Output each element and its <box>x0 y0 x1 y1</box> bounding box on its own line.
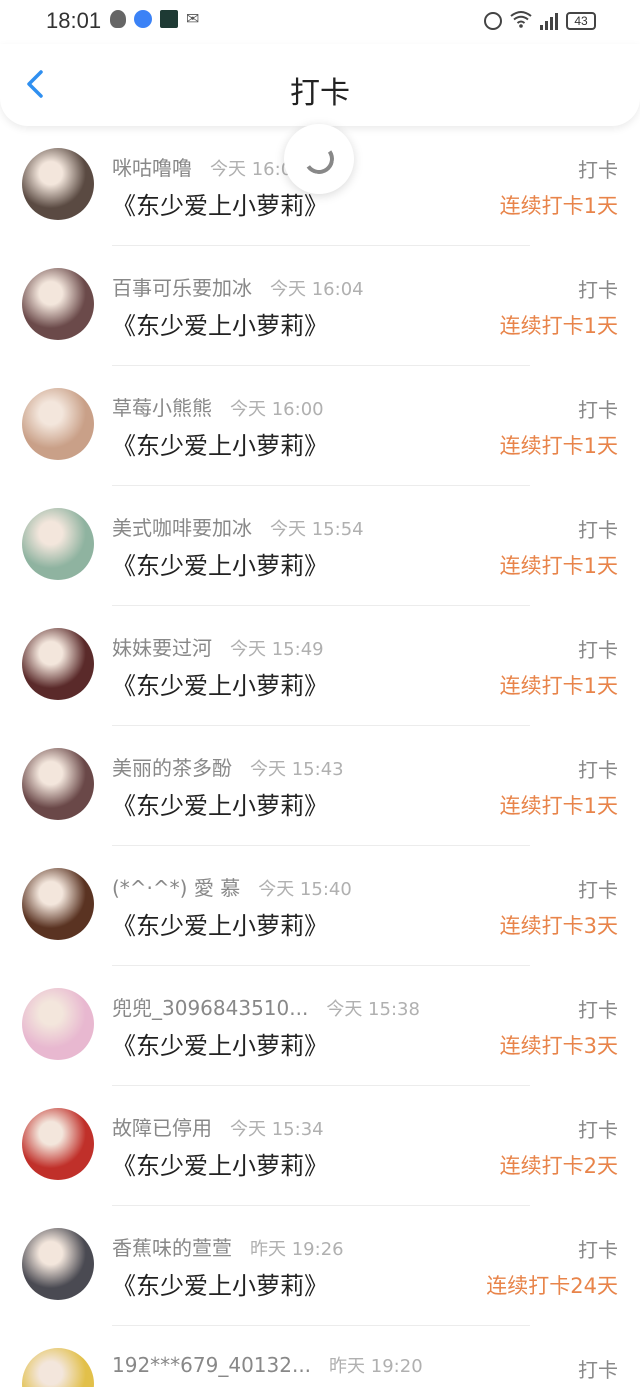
timestamp: 今天 15:34 <box>230 1119 324 1140</box>
streak-label: 连续打卡1天 <box>499 434 618 458</box>
book-title[interactable]: 《东少爱上小萝莉》 <box>112 1266 328 1301</box>
wifi-icon <box>510 10 532 32</box>
book-title[interactable]: 《东少爱上小萝莉》 <box>112 906 328 941</box>
user-name[interactable]: (*^·^*) 愛 慕 <box>112 872 240 901</box>
user-name[interactable]: 故障已停用 <box>112 1112 212 1141</box>
action-label: 打卡 <box>578 758 618 782</box>
list-item[interactable]: (*^·^*) 愛 慕今天 15:40 《东少爱上小萝莉》 打卡 连续打卡3天 <box>0 846 640 966</box>
action-label: 打卡 <box>578 1118 618 1142</box>
book-title[interactable]: 《东少爱上小萝莉》 <box>112 306 328 341</box>
avatar[interactable] <box>22 148 94 220</box>
book-title[interactable]: 《东少爱上小萝莉》 <box>112 666 328 701</box>
action-label: 打卡 <box>578 638 618 662</box>
streak-label: 连续打卡1天 <box>499 554 618 578</box>
avatar[interactable] <box>22 628 94 700</box>
list-item[interactable]: 兜兜_3096843510... 今天 15:38 《东少爱上小萝莉》 打卡 连续… <box>0 966 640 1086</box>
user-name[interactable]: 美丽的茶多酚 <box>112 752 232 781</box>
browser-icon <box>134 10 152 28</box>
avatar[interactable] <box>22 1108 94 1180</box>
action-label: 打卡 <box>578 1358 618 1382</box>
user-name[interactable]: 192***679_40132... <box>112 1353 311 1377</box>
book-title[interactable]: 《东少爱上小萝莉》 <box>112 1146 328 1181</box>
list-item[interactable]: 百事可乐要加冰 今天 16:04 《东少爱上小萝莉》 打卡 连续打卡1天 <box>0 246 640 366</box>
list-item[interactable]: 故障已停用 今天 15:34 《东少爱上小萝莉》 打卡 连续打卡2天 <box>0 1086 640 1206</box>
page-title: 打卡 <box>290 76 350 111</box>
status-time: 18:01 <box>46 8 102 33</box>
action-label: 打卡 <box>578 518 618 542</box>
timestamp: 今天 16:04 <box>270 279 364 300</box>
streak-label: 连续打卡1天 <box>499 194 618 218</box>
action-label: 打卡 <box>578 398 618 422</box>
user-name[interactable]: 草莓小熊熊 <box>112 392 212 421</box>
top-navigation-bar: 打卡 <box>0 44 640 126</box>
battery-icon: 43 <box>566 12 596 30</box>
app-icon <box>160 10 178 28</box>
timestamp: 今天 16:00 <box>230 399 324 420</box>
user-name[interactable]: 美式咖啡要加冰 <box>112 512 252 541</box>
loading-spinner <box>284 124 354 194</box>
book-title[interactable]: 《东少爱上小萝莉》 <box>112 786 328 821</box>
user-name[interactable]: 香蕉味的萱萱 <box>112 1232 232 1261</box>
streak-label: 连续打卡2天 <box>499 1154 618 1178</box>
signal-icon <box>540 12 558 30</box>
notification-icons: ✉ <box>110 10 199 28</box>
streak-label: 连续打卡1天 <box>499 314 618 338</box>
streak-label: 连续打卡1天 <box>499 674 618 698</box>
action-label: 打卡 <box>578 158 618 182</box>
timestamp: 今天 15:40 <box>258 879 352 900</box>
avatar[interactable] <box>22 388 94 460</box>
timestamp: 今天 15:43 <box>250 759 344 780</box>
timestamp: 昨天 19:20 <box>329 1356 423 1377</box>
timestamp: 昨天 19:26 <box>250 1239 344 1260</box>
streak-label: 连续打卡3天 <box>499 914 618 938</box>
user-name[interactable]: 咪咕噜噜 <box>112 152 192 181</box>
alarm-icon <box>484 12 502 30</box>
streak-label: 连续打卡3天 <box>499 1034 618 1058</box>
user-name[interactable]: 百事可乐要加冰 <box>112 272 252 301</box>
list-item[interactable]: 草莓小熊熊 今天 16:00 《东少爱上小萝莉》 打卡 连续打卡1天 <box>0 366 640 486</box>
action-label: 打卡 <box>578 1238 618 1262</box>
action-label: 打卡 <box>578 878 618 902</box>
timestamp: 今天 15:54 <box>270 519 364 540</box>
action-label: 打卡 <box>578 278 618 302</box>
list-item[interactable]: 美式咖啡要加冰 今天 15:54 《东少爱上小萝莉》 打卡 连续打卡1天 <box>0 486 640 606</box>
avatar[interactable] <box>22 268 94 340</box>
book-title[interactable]: 《东少爱上小萝莉》 <box>112 426 328 461</box>
streak-label: 连续打卡1天 <box>499 794 618 818</box>
book-title[interactable]: 《东少爱上小萝莉》 <box>112 1026 328 1061</box>
avatar[interactable] <box>22 748 94 820</box>
system-icons: 43 <box>484 10 596 32</box>
timestamp: 今天 16:0 <box>210 159 293 180</box>
list-item[interactable]: 妹妹要过河 今天 15:49 《东少爱上小萝莉》 打卡 连续打卡1天 <box>0 606 640 726</box>
timestamp: 今天 15:49 <box>230 639 324 660</box>
status-bar: 18:01 ✉ 43 <box>0 0 640 44</box>
avatar[interactable] <box>22 1228 94 1300</box>
avatar[interactable] <box>22 508 94 580</box>
loading-icon <box>301 141 337 177</box>
streak-label: 连续打卡24天 <box>486 1274 618 1298</box>
avatar[interactable] <box>22 868 94 940</box>
action-label: 打卡 <box>578 998 618 1022</box>
list-item[interactable]: 香蕉味的萱萱 昨天 19:26 《东少爱上小萝莉》 打卡 连续打卡24天 <box>0 1206 640 1326</box>
checkin-list: 咪咕噜噜 今天 16:0 《东少爱上小萝莉》 打卡 连续打卡1天 百事可乐要加冰今… <box>0 126 640 1387</box>
avatar[interactable] <box>22 1348 94 1387</box>
user-name[interactable]: 妹妹要过河 <box>112 632 212 661</box>
book-title[interactable]: 《东少爱上小萝莉》 <box>112 546 328 581</box>
wechat-icon: ✉ <box>186 9 200 28</box>
qq-icon <box>110 10 126 28</box>
avatar[interactable] <box>22 988 94 1060</box>
user-name[interactable]: 兜兜_3096843510... <box>112 992 308 1021</box>
book-title[interactable]: 《东少爱上小萝莉》 <box>112 186 328 221</box>
list-item[interactable]: 192***679_40132... 昨天 19:20 打卡 <box>0 1326 640 1387</box>
list-item[interactable]: 美丽的茶多酚 今天 15:43 《东少爱上小萝莉》 打卡 连续打卡1天 <box>0 726 640 846</box>
timestamp: 今天 15:38 <box>326 999 420 1020</box>
